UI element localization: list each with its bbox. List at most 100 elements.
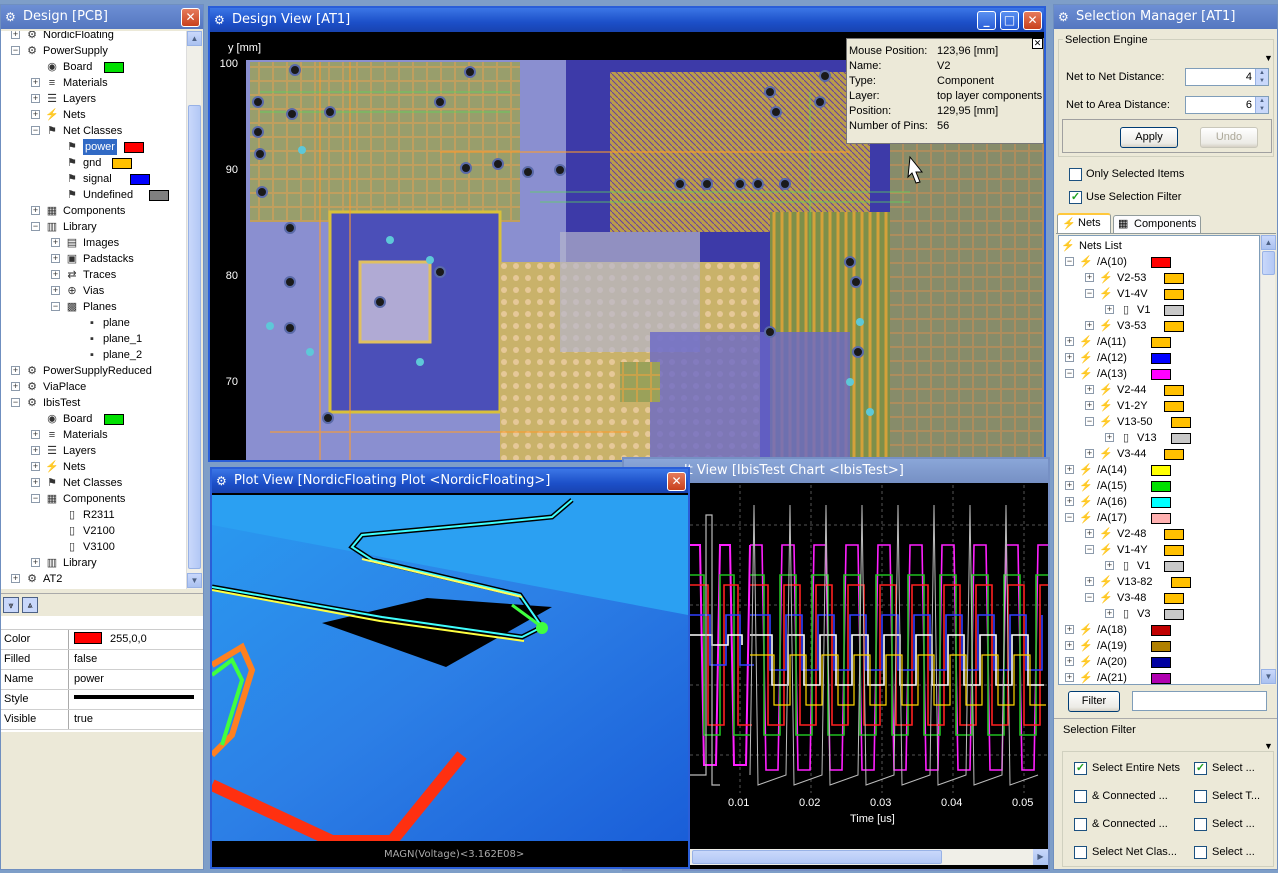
expand-icon[interactable]: + [51, 238, 60, 247]
color-swatch[interactable] [148, 190, 169, 201]
tree-item[interactable]: − ⚙ IbisTest [1, 395, 201, 411]
color-swatch[interactable] [1150, 657, 1171, 668]
net-item[interactable]: + ⚡ /A(11) [1059, 334, 1259, 350]
net-item[interactable]: + ⚡ V3-53 [1059, 318, 1259, 334]
filter-input[interactable] [1132, 691, 1267, 711]
expand-icon[interactable]: + [1065, 657, 1074, 666]
filter-checkbox[interactable] [1074, 790, 1087, 803]
color-swatch[interactable] [1164, 321, 1184, 332]
design-tree[interactable]: + ⚙ NordicFloating − ⚙ PowerSupply ◉ Board + ≡ Mat… [1, 31, 201, 589]
scroll-thumb[interactable] [188, 105, 201, 569]
net-item[interactable]: + ▯ V1 [1059, 558, 1259, 574]
tree-item[interactable]: ▪ plane_1 [1, 331, 201, 347]
net-item[interactable]: + ⚡ /A(20) [1059, 654, 1259, 670]
expand-icon[interactable]: + [1065, 353, 1074, 362]
tree-item[interactable]: + ▥ Library [1, 555, 201, 571]
expand-icon[interactable]: + [1105, 561, 1114, 570]
scroll-down-arrow[interactable]: ▼ [1261, 669, 1276, 684]
filter-checkbox[interactable] [1194, 790, 1207, 803]
scroll-thumb[interactable] [1262, 251, 1275, 275]
collapse-icon[interactable]: − [1085, 417, 1094, 426]
expand-icon[interactable]: + [31, 430, 40, 439]
expand-icon[interactable]: + [11, 31, 20, 39]
tree-item[interactable]: ▪ plane [1, 315, 201, 331]
tree-item[interactable]: + ☰ Layers [1, 443, 201, 459]
expand-icon[interactable]: + [31, 94, 40, 103]
tree-item[interactable]: ⚑ power [1, 139, 201, 155]
design-view-titlebar[interactable]: ⚙ Design View [AT1] _ □ ✕ [210, 8, 1044, 32]
net-item[interactable]: + ⚡ V3-44 [1059, 446, 1259, 462]
only-selected-checkbox[interactable] [1069, 168, 1082, 181]
expand-icon[interactable]: + [1105, 609, 1114, 618]
net-item[interactable]: − ⚡ /A(13) [1059, 366, 1259, 382]
expand-icon[interactable]: + [51, 286, 60, 295]
color-swatch[interactable] [1170, 433, 1191, 444]
dropdown-arrow-icon[interactable]: ▼ [1264, 53, 1273, 63]
expand-icon[interactable]: + [11, 574, 20, 583]
filter-checkbox[interactable] [1194, 818, 1207, 831]
expand-icon[interactable]: + [1065, 625, 1074, 634]
collapse-icon[interactable]: − [11, 46, 20, 55]
color-swatch[interactable] [1164, 401, 1184, 412]
tree-item[interactable]: + ⚡ Nets [1, 107, 201, 123]
color-swatch[interactable] [1164, 449, 1184, 460]
net-item[interactable]: + ▯ V1 [1059, 302, 1259, 318]
net-distance-stepper[interactable]: 4 ▲ ▼ [1185, 68, 1269, 86]
tree-item[interactable]: + ⚙ PowerSupplyReduced [1, 363, 201, 379]
filter-checkbox[interactable]: ✓ [1074, 762, 1087, 775]
net-item[interactable]: + ⚡ V2-44 [1059, 382, 1259, 398]
tree-item[interactable]: + ▦ Components [1, 203, 201, 219]
close-button[interactable]: ✕ [1023, 11, 1042, 30]
expand-icon[interactable]: + [1085, 449, 1094, 458]
property-row[interactable]: Visible true [1, 710, 203, 730]
expand-icon[interactable]: + [31, 462, 40, 471]
tree-item[interactable]: + ⇄ Traces [1, 267, 201, 283]
scroll-down-arrow[interactable]: ▼ [187, 573, 202, 588]
expand-icon[interactable]: + [1065, 673, 1074, 682]
area-distance-stepper[interactable]: 6 ▲ ▼ [1185, 96, 1269, 114]
color-swatch[interactable] [1164, 385, 1184, 396]
close-info-icon[interactable]: ✕ [1032, 38, 1043, 49]
property-row[interactable]: Style [1, 690, 203, 710]
expand-icon[interactable]: + [11, 382, 20, 391]
net-item[interactable]: + ▯ V3 [1059, 606, 1259, 622]
expand-icon[interactable]: + [1105, 433, 1114, 442]
tree-item[interactable]: ⚑ gnd [1, 155, 201, 171]
color-swatch[interactable] [1170, 417, 1191, 428]
pcb-canvas[interactable]: y [mm] 100 90 80 70 Mouse Position: 123,96 [… [210, 32, 1044, 460]
plot-canvas[interactable]: MAGN(Voltage)<3.162E08> [212, 495, 688, 867]
expand-icon[interactable]: + [31, 446, 40, 455]
expand-icon[interactable]: + [1085, 577, 1094, 586]
expand-icon[interactable]: + [51, 254, 60, 263]
property-grid[interactable]: Color 255,0,0 Filled false Name power Style Vis… [1, 630, 203, 732]
color-swatch[interactable] [1150, 641, 1171, 652]
color-swatch[interactable] [104, 62, 124, 73]
filter-checkbox[interactable] [1194, 846, 1207, 859]
collapse-icon[interactable]: − [31, 222, 40, 231]
property-row[interactable]: Filled false [1, 650, 203, 670]
chart-h-scrollbar[interactable]: ▶ [690, 849, 1048, 865]
tree-item[interactable]: − ⚙ PowerSupply [1, 43, 201, 59]
color-swatch[interactable] [1150, 257, 1171, 268]
filter-checkbox[interactable] [1074, 818, 1087, 831]
net-item[interactable]: − ⚡ /A(17) [1059, 510, 1259, 526]
close-button[interactable]: ✕ [667, 472, 686, 491]
nets-tree[interactable]: ⚡ Nets List − ⚡/A(10) + ⚡ V2-53− ⚡ V1-4V + ▯ V1 + ⚡ V3… [1058, 235, 1260, 685]
color-swatch[interactable] [1150, 369, 1171, 380]
property-row[interactable]: Name power [1, 670, 203, 690]
scroll-up-arrow[interactable]: ▲ [187, 31, 202, 46]
expand-icon[interactable]: + [1085, 321, 1094, 330]
color-swatch[interactable] [1150, 481, 1171, 492]
net-item[interactable]: + ⚡ V2-53 [1059, 270, 1259, 286]
expand-icon[interactable]: + [11, 366, 20, 375]
net-item[interactable]: − ⚡ V3-48 [1059, 590, 1259, 606]
selection-manager-titlebar[interactable]: ⚙ Selection Manager [AT1] [1054, 5, 1277, 29]
tab-nets[interactable]: ⚡ Nets [1057, 213, 1111, 233]
color-swatch[interactable] [124, 142, 144, 153]
collapse-icon[interactable]: − [1065, 257, 1074, 266]
color-swatch[interactable] [104, 414, 124, 425]
color-swatch[interactable] [111, 158, 132, 169]
property-value[interactable] [71, 690, 203, 709]
expand-icon[interactable]: + [1065, 641, 1074, 650]
net-item[interactable]: − ⚡ V1-4V [1059, 286, 1259, 302]
